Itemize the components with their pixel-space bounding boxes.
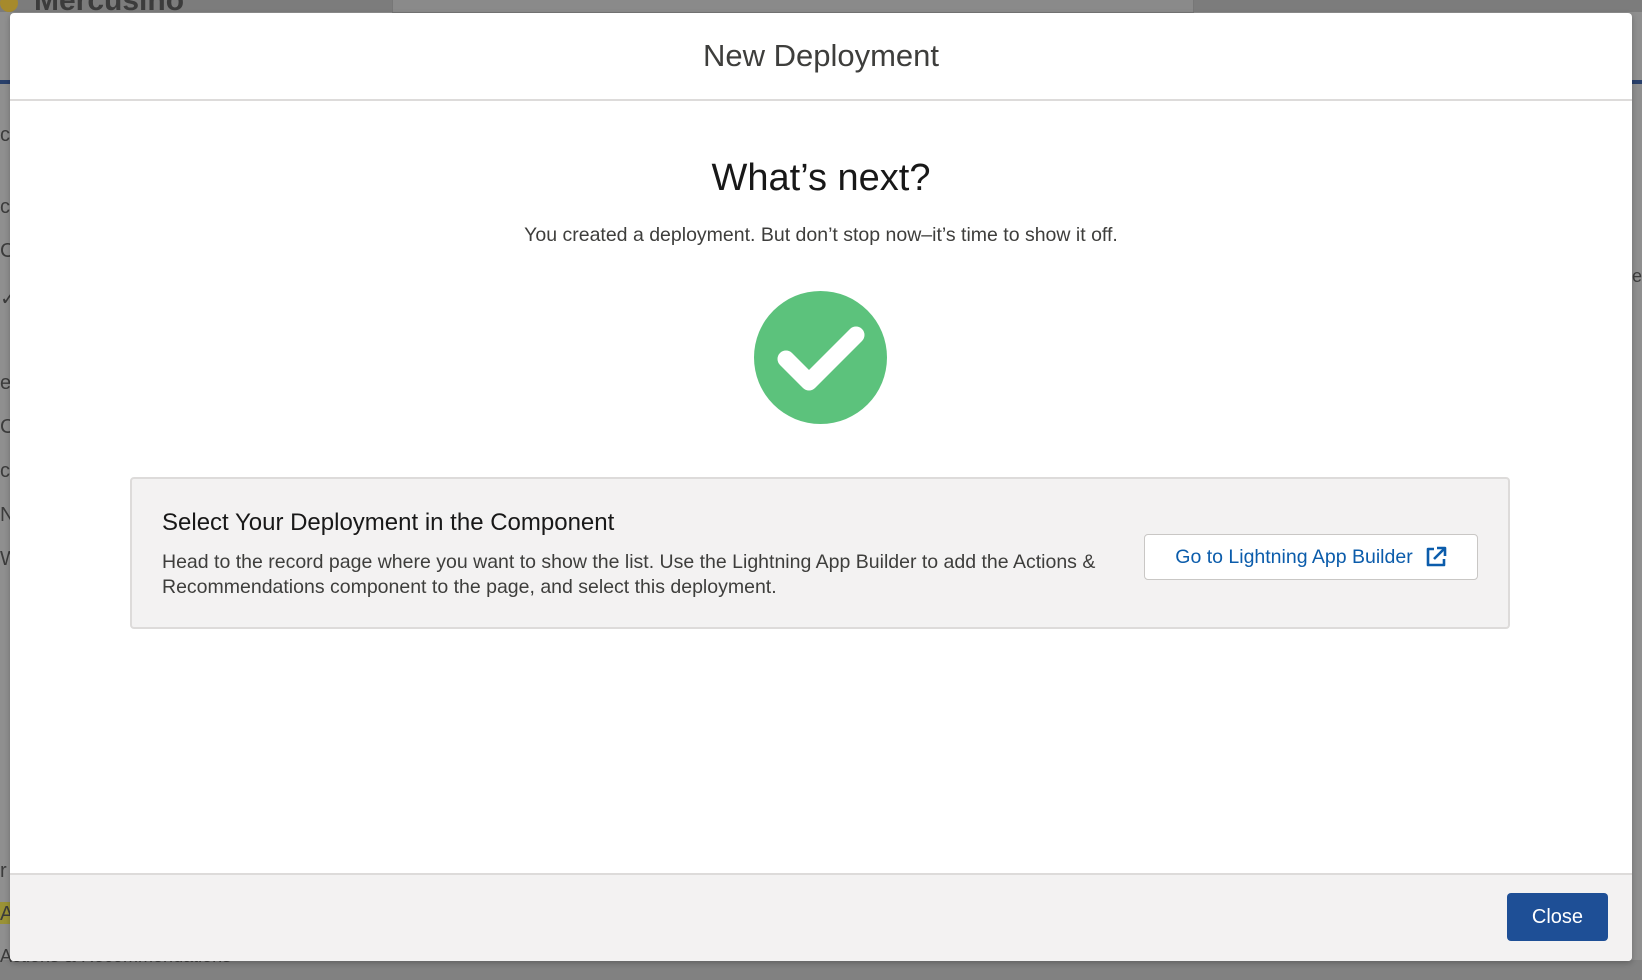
background-accent-bar-right bbox=[1632, 80, 1642, 84]
background-right-text: e bbox=[1632, 266, 1642, 286]
background-sidebar-text: N bbox=[0, 504, 10, 526]
select-deployment-card: Select Your Deployment in the Component … bbox=[130, 477, 1510, 629]
background-sidebar-text: c bbox=[0, 124, 10, 146]
whats-next-subtitle: You created a deployment. But don’t stop… bbox=[524, 224, 1118, 246]
background-sidebar-text: ce bbox=[0, 460, 10, 482]
whats-next-heading: What’s next? bbox=[711, 157, 931, 199]
background-search-bar bbox=[392, 0, 1194, 13]
card-description: Head to the record page where you want t… bbox=[162, 551, 1096, 598]
modal-header: New Deployment bbox=[10, 13, 1632, 101]
close-button[interactable]: Close bbox=[1507, 893, 1608, 941]
modal-title: New Deployment bbox=[702, 38, 940, 73]
modal-footer: Close bbox=[10, 873, 1632, 961]
card-title: Select Your Deployment in the Component bbox=[162, 509, 615, 536]
new-deployment-modal: New Deployment What’s next? You created … bbox=[10, 13, 1632, 961]
background-accent-bar-left bbox=[0, 80, 10, 84]
background-sidebar-text: C bbox=[0, 416, 10, 438]
background-bottom-bar bbox=[0, 960, 1642, 980]
background-sidebar-text: A bbox=[0, 903, 10, 925]
background-sidebar-text: e bbox=[0, 372, 10, 394]
background-sidebar-text: cu bbox=[0, 196, 10, 218]
background-sidebar-text: r bbox=[0, 860, 7, 882]
check-circle-icon bbox=[754, 291, 887, 424]
background-sidebar-text: W bbox=[0, 548, 10, 570]
external-link-icon bbox=[1425, 546, 1447, 568]
go-to-lightning-app-builder-button[interactable]: Go to Lightning App Builder bbox=[1144, 534, 1478, 580]
background-header bbox=[0, 0, 1642, 13]
go-to-lightning-app-builder-label: Go to Lightning App Builder bbox=[1175, 545, 1413, 568]
modal-body: What’s next? You created a deployment. B… bbox=[10, 101, 1632, 873]
background-sidebar-text: ✓ bbox=[0, 288, 10, 310]
background-sidebar-text: C bbox=[0, 240, 10, 262]
